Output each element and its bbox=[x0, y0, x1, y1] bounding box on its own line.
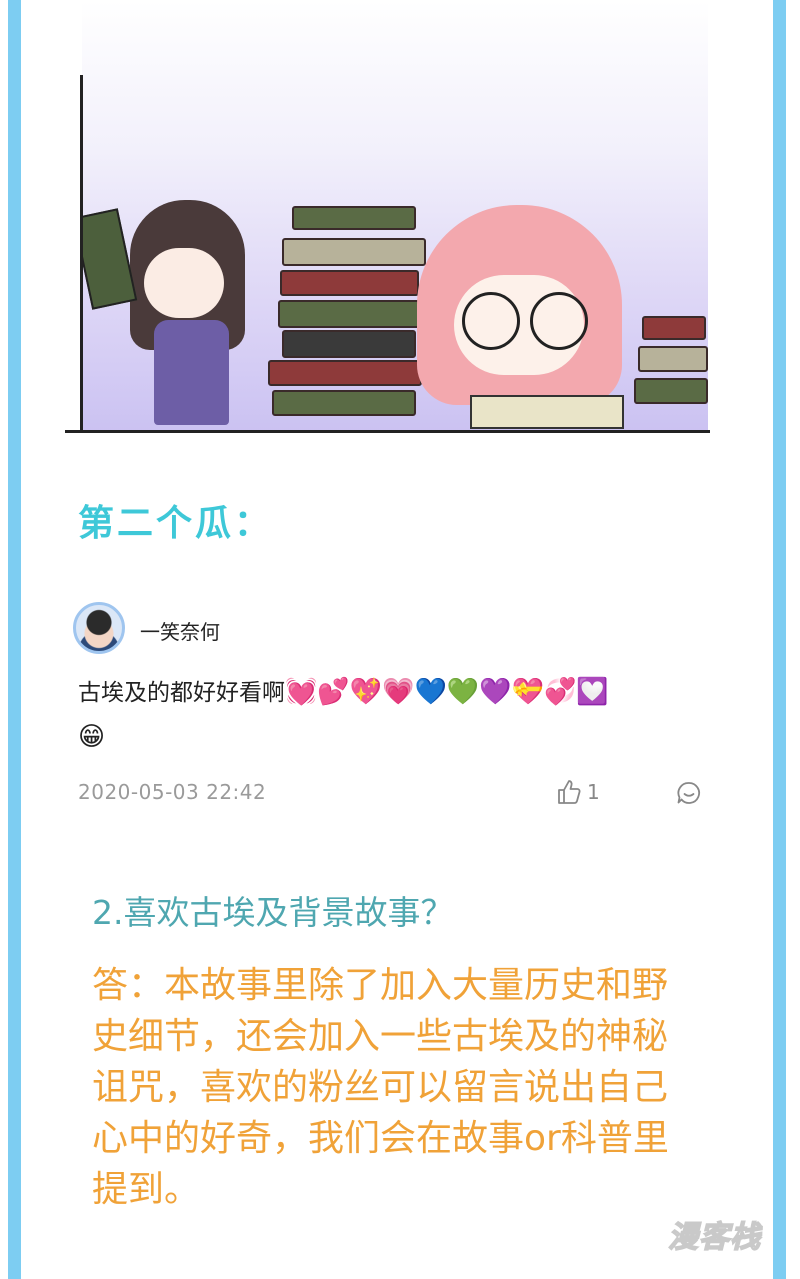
comment-username[interactable]: 一笑奈何 bbox=[140, 616, 220, 645]
book bbox=[642, 316, 706, 340]
book bbox=[280, 270, 419, 296]
girl-left-face bbox=[144, 248, 224, 318]
comic-illustration bbox=[82, 0, 708, 432]
book bbox=[638, 346, 708, 372]
book bbox=[268, 360, 422, 386]
glasses-icon bbox=[462, 292, 520, 350]
comment-text: 古埃及的都好好看啊💓💕💖💗💙💚💜💝💞💟 😁 bbox=[78, 670, 718, 760]
panel-border bbox=[65, 430, 710, 433]
watermark-logo: 漫客栈 bbox=[667, 1219, 761, 1256]
held-book bbox=[82, 208, 138, 310]
qa-answer: 答：本故事里除了加入大量历史和野史细节，还会加入一些古埃及的神秘诅咒，喜欢的粉丝… bbox=[92, 965, 669, 1210]
thumbs-up-icon[interactable] bbox=[554, 778, 582, 806]
panel-border bbox=[80, 75, 83, 433]
book bbox=[634, 378, 708, 404]
open-book bbox=[470, 395, 624, 429]
comment-body: 古埃及的都好好看啊 bbox=[78, 680, 285, 706]
book bbox=[278, 300, 422, 328]
book bbox=[282, 238, 426, 266]
comment-timestamp: 2020-05-03 22:42 bbox=[78, 780, 267, 804]
avatar[interactable] bbox=[73, 602, 125, 654]
section-title: 第二个瓜： bbox=[78, 503, 274, 544]
qa-question: 2.喜欢古埃及背景故事？ bbox=[92, 893, 454, 932]
glasses-icon bbox=[530, 292, 588, 350]
grin-emoji: 😁 bbox=[78, 722, 106, 752]
comment-bubble-icon[interactable] bbox=[676, 780, 702, 806]
book bbox=[292, 206, 416, 230]
book bbox=[282, 330, 416, 358]
like-count: 1 bbox=[587, 780, 600, 804]
heart-emojis: 💓💕💖💗💙💚💜💝💞💟 bbox=[285, 677, 609, 707]
right-border bbox=[773, 0, 786, 1279]
book bbox=[272, 390, 416, 416]
left-border bbox=[8, 0, 21, 1279]
girl-left-body bbox=[154, 320, 229, 425]
